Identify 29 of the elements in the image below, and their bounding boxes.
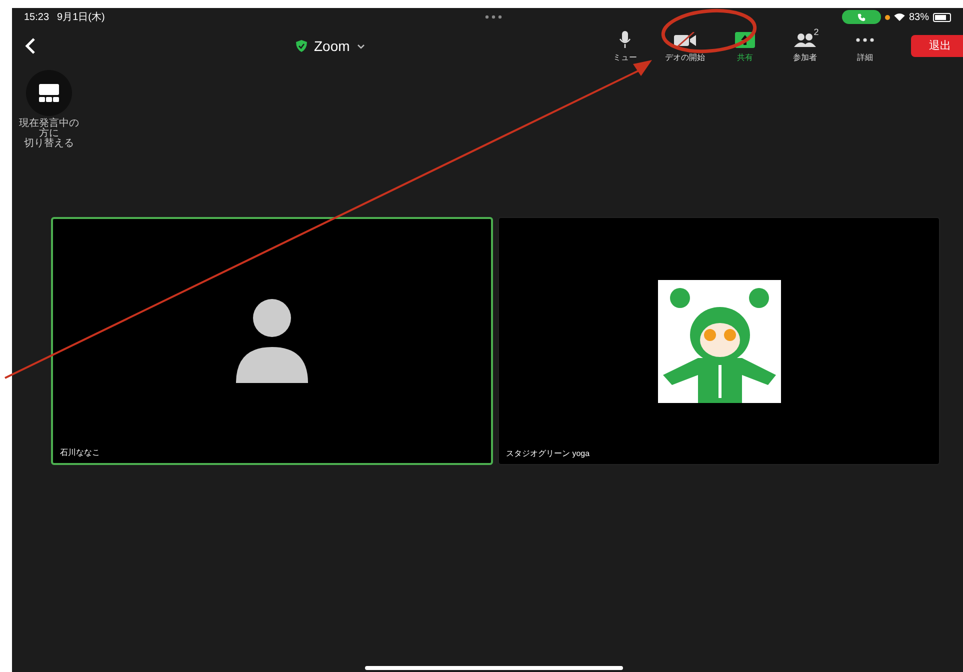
video-tile[interactable]: スタジオグリーン yoga	[498, 217, 940, 465]
more-icon	[856, 38, 874, 42]
person-silhouette-icon	[236, 299, 308, 383]
battery-percent: 83%	[908, 10, 929, 24]
battery-icon	[933, 12, 951, 22]
video-off-icon	[674, 32, 696, 48]
share-button[interactable]: 共有	[714, 31, 775, 64]
speaker-view-button[interactable]	[26, 70, 72, 116]
call-pill[interactable]	[842, 10, 881, 24]
speaker-view-label: 現在発言中の 方に 切り替える	[19, 119, 79, 149]
meeting-title[interactable]: Zoom	[314, 36, 350, 56]
participant-name: 石川ななこ	[60, 447, 100, 459]
status-time: 15:23	[24, 10, 50, 24]
phone-icon	[856, 12, 866, 22]
back-icon	[25, 37, 36, 55]
microphone-icon	[618, 31, 631, 49]
chevron-down-icon	[356, 44, 365, 48]
more-icon	[485, 15, 502, 19]
more-button[interactable]: 詳細	[834, 31, 895, 64]
status-date: 9月1日(木)	[57, 10, 105, 24]
people-icon	[794, 33, 816, 47]
back-button[interactable]	[25, 36, 36, 56]
shield-icon	[296, 40, 307, 52]
leave-button[interactable]: 退出	[910, 35, 963, 57]
video-tile[interactable]: 石川ななこ	[51, 217, 493, 465]
wifi-icon	[894, 13, 905, 21]
speaker-view-icon	[39, 84, 59, 102]
video-button[interactable]: デオの開始	[654, 31, 715, 64]
participant-name: スタジオグリーン yoga	[506, 448, 590, 460]
